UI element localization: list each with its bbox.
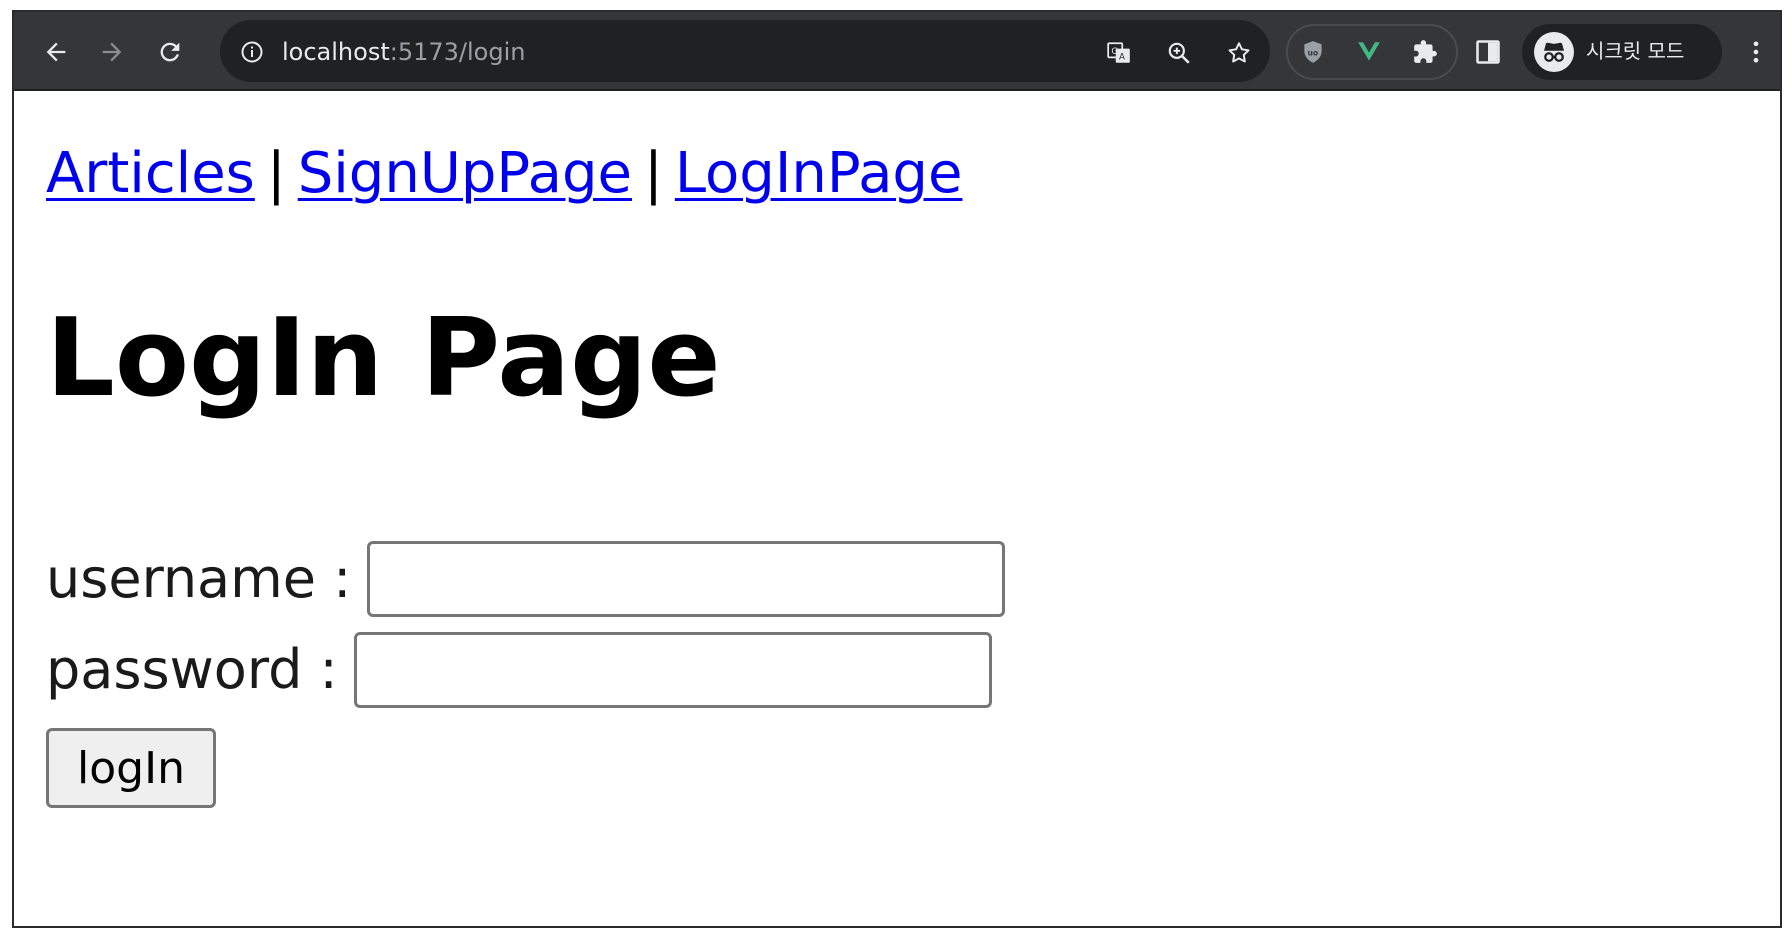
reload-icon[interactable]: [154, 36, 186, 68]
forward-arrow-icon[interactable]: [96, 36, 128, 68]
translate-icon[interactable]: GA: [1106, 40, 1132, 66]
info-icon[interactable]: [240, 40, 264, 64]
bookmark-star-icon[interactable]: [1226, 40, 1252, 66]
browser-toolbar: localhost:5173/login GA uo 시크릿 모드: [14, 12, 1780, 91]
username-label: username :: [46, 547, 352, 610]
top-nav: Articles | SignUpPage | LogInPage: [46, 139, 962, 209]
shield-extension-icon[interactable]: uo: [1300, 39, 1326, 65]
back-arrow-icon[interactable]: [40, 36, 72, 68]
nav-separator: |: [643, 141, 663, 206]
url-host: localhost: [282, 38, 390, 66]
incognito-label: 시크릿 모드: [1586, 39, 1685, 63]
url-path: :5173/login: [389, 38, 526, 66]
side-panel-icon[interactable]: [1472, 36, 1504, 68]
vue-devtools-icon[interactable]: [1356, 39, 1382, 65]
address-url[interactable]: localhost:5173/login: [282, 38, 525, 66]
page-content: Articles | SignUpPage | LogInPage LogIn Page…: [14, 91, 1780, 926]
browser-window: localhost:5173/login GA uo 시크릿 모드 Articl…: [12, 10, 1782, 928]
zoom-icon[interactable]: [1166, 40, 1192, 66]
puzzle-extensions-icon[interactable]: [1412, 39, 1438, 65]
username-row: username :: [46, 539, 1006, 619]
incognito-profile-button[interactable]: 시크릿 모드: [1522, 24, 1722, 80]
svg-text:G: G: [1111, 47, 1118, 57]
page-title: LogIn Page: [46, 296, 721, 421]
password-input[interactable]: [353, 632, 992, 708]
incognito-icon: [1534, 32, 1574, 72]
nav-link-login[interactable]: LogInPage: [675, 141, 963, 206]
svg-text:A: A: [1119, 53, 1125, 63]
nav-link-signup[interactable]: SignUpPage: [298, 141, 632, 206]
password-row: password :: [46, 630, 992, 710]
username-input[interactable]: [367, 541, 1006, 617]
password-label: password :: [46, 638, 338, 701]
address-bar[interactable]: localhost:5173/login GA: [220, 20, 1270, 82]
svg-text:uo: uo: [1308, 48, 1319, 57]
login-button[interactable]: logIn: [46, 728, 216, 808]
nav-separator: |: [266, 141, 286, 206]
nav-link-articles[interactable]: Articles: [46, 141, 255, 206]
extensions-group: uo: [1286, 24, 1458, 80]
kebab-menu-icon[interactable]: [1740, 36, 1772, 68]
